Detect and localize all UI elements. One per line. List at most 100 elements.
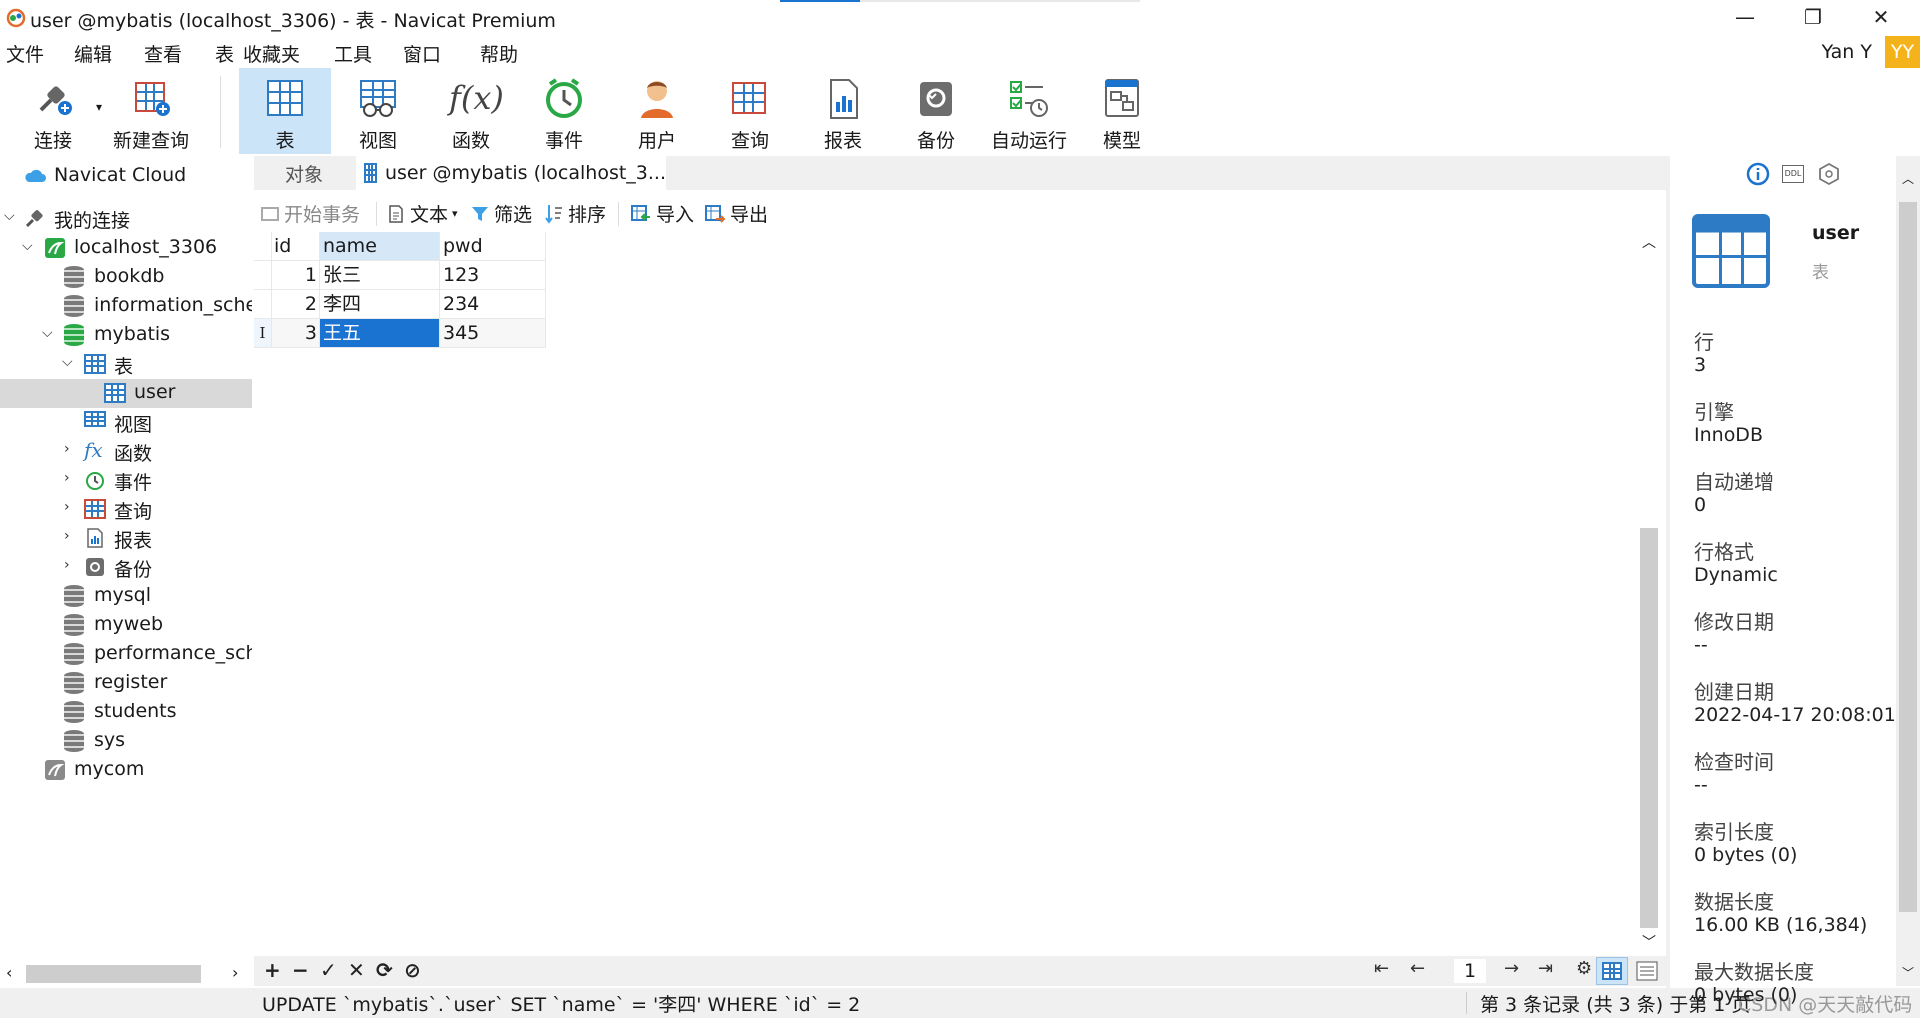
user-name[interactable]: Yan Y bbox=[1822, 41, 1872, 63]
column-header-id[interactable]: id bbox=[272, 232, 320, 261]
tab-user-table[interactable]: user @mybatis (localhost_3... bbox=[356, 156, 666, 190]
chevron-right-icon[interactable]: › bbox=[64, 499, 70, 515]
scroll-down-icon[interactable]: ﹀ bbox=[1642, 932, 1656, 952]
model-button[interactable]: 模型 bbox=[1077, 68, 1167, 154]
tree-my-connections[interactable]: ⌵ 我的连接 bbox=[0, 204, 252, 233]
tree-navicat-cloud[interactable]: Navicat Cloud bbox=[0, 162, 252, 191]
form-view-button[interactable] bbox=[1632, 957, 1662, 985]
scroll-down-icon[interactable]: ﹀ bbox=[1902, 964, 1914, 981]
user-button[interactable]: 用户 bbox=[612, 68, 702, 154]
settings-gear-icon[interactable]: ⚙ bbox=[1576, 958, 1592, 979]
table-cell-id[interactable]: 2 bbox=[272, 290, 320, 319]
column-header-name[interactable]: name bbox=[320, 232, 440, 261]
tree-events[interactable]: › 事件 bbox=[0, 466, 252, 495]
tree-functions[interactable]: › fx 函数 bbox=[0, 437, 252, 466]
import-button[interactable]: 导入 bbox=[630, 200, 694, 227]
tree-tables[interactable]: ⌵ 表 bbox=[0, 350, 252, 379]
sidebar-horizontal-scrollbar[interactable]: ‹ › bbox=[0, 962, 252, 986]
chevron-down-icon[interactable]: ⌵ bbox=[62, 354, 73, 370]
table-cell-pwd[interactable]: 123 bbox=[440, 261, 546, 290]
chevron-right-icon[interactable]: › bbox=[64, 470, 70, 486]
table-cell-name[interactable]: 张三 bbox=[320, 261, 440, 290]
tree-db-students[interactable]: students bbox=[0, 698, 252, 727]
column-header-pwd[interactable]: pwd bbox=[440, 232, 546, 261]
function-button[interactable]: f(x) 函数 bbox=[426, 68, 516, 154]
tree-connection-mycom[interactable]: mycom bbox=[0, 756, 252, 785]
row-selector-current[interactable]: I bbox=[254, 319, 272, 348]
chevron-right-icon[interactable]: › bbox=[64, 557, 70, 573]
first-page-icon[interactable]: ⇤ bbox=[1374, 958, 1389, 979]
menu-file[interactable]: 文件 bbox=[6, 40, 44, 67]
report-button[interactable]: 报表 bbox=[798, 68, 888, 154]
tree-db-mysql[interactable]: mysql bbox=[0, 582, 252, 611]
scroll-right-icon[interactable]: › bbox=[232, 963, 238, 982]
table-button[interactable]: 表 bbox=[239, 68, 331, 154]
menu-view[interactable]: 查看 bbox=[144, 40, 182, 67]
menu-window[interactable]: 窗口 bbox=[403, 40, 441, 67]
maximize-button[interactable]: ❐ bbox=[1784, 0, 1842, 34]
info-icon[interactable] bbox=[1746, 162, 1770, 186]
tree-db-myweb[interactable]: myweb bbox=[0, 611, 252, 640]
next-page-icon[interactable]: → bbox=[1504, 958, 1519, 979]
info-panel-scrollbar[interactable]: ︿ ﹀ bbox=[1896, 156, 1920, 986]
delete-record-button[interactable]: − bbox=[292, 958, 309, 982]
previous-page-icon[interactable]: ← bbox=[1410, 958, 1425, 979]
chevron-right-icon[interactable]: › bbox=[64, 528, 70, 544]
scroll-up-icon[interactable]: ︿ bbox=[1642, 232, 1656, 252]
chevron-down-icon[interactable]: ⌵ bbox=[22, 238, 33, 254]
apply-changes-button[interactable]: ✓ bbox=[320, 958, 337, 982]
export-button[interactable]: 导出 bbox=[704, 200, 768, 227]
backup-button[interactable]: 备份 bbox=[891, 68, 981, 154]
tree-reports[interactable]: › 报表 bbox=[0, 524, 252, 553]
connect-button[interactable]: 连接 bbox=[8, 68, 98, 154]
sort-button[interactable]: 排序 bbox=[544, 200, 606, 227]
tree-table-user[interactable]: user bbox=[0, 379, 252, 408]
menu-tools[interactable]: 工具 bbox=[334, 40, 372, 67]
minimize-button[interactable]: — bbox=[1716, 0, 1774, 34]
menu-edit[interactable]: 编辑 bbox=[74, 40, 112, 67]
new-query-button[interactable]: 新建查询 bbox=[106, 68, 196, 154]
table-cell-name[interactable]: 李四 bbox=[320, 290, 440, 319]
connect-dropdown-icon[interactable]: ▾ bbox=[96, 100, 102, 114]
avatar[interactable]: YY bbox=[1885, 36, 1920, 68]
row-selector[interactable] bbox=[254, 261, 272, 290]
ddl-icon[interactable]: DDL bbox=[1782, 165, 1804, 183]
menu-favorites[interactable]: 收藏夹 bbox=[243, 40, 300, 67]
chevron-down-icon[interactable]: ⌵ bbox=[42, 325, 53, 341]
scroll-up-icon[interactable]: ︿ bbox=[1902, 170, 1914, 187]
tree-backups[interactable]: › 备份 bbox=[0, 553, 252, 582]
discard-changes-button[interactable]: ✕ bbox=[348, 958, 365, 982]
tree-db-mybatis[interactable]: ⌵ mybatis bbox=[0, 321, 252, 350]
tab-objects[interactable]: 对象 bbox=[254, 156, 354, 190]
scrollbar-thumb[interactable] bbox=[26, 965, 201, 983]
table-cell-pwd[interactable]: 345 bbox=[440, 319, 546, 348]
add-record-button[interactable]: + bbox=[264, 958, 281, 982]
event-button[interactable]: 事件 bbox=[519, 68, 609, 154]
text-view-button[interactable]: 文本 ▾ bbox=[386, 200, 458, 227]
menu-table[interactable]: 表 bbox=[215, 40, 234, 67]
menu-help[interactable]: 帮助 bbox=[480, 40, 518, 67]
page-number-input[interactable]: 1 bbox=[1454, 959, 1486, 983]
query-button[interactable]: 查询 bbox=[705, 68, 795, 154]
last-page-icon[interactable]: ⇥ bbox=[1538, 958, 1553, 979]
table-cell-pwd[interactable]: 234 bbox=[440, 290, 546, 319]
tree-db-sys[interactable]: sys bbox=[0, 727, 252, 756]
chevron-down-icon[interactable]: ⌵ bbox=[4, 208, 15, 224]
autorun-button[interactable]: 自动运行 bbox=[984, 68, 1074, 154]
scrollbar-thumb[interactable] bbox=[1640, 528, 1658, 928]
tree-db-register[interactable]: register bbox=[0, 669, 252, 698]
refresh-button[interactable]: ⟳ bbox=[376, 958, 393, 982]
tree-connection-localhost[interactable]: ⌵ localhost_3306 bbox=[0, 234, 252, 263]
begin-transaction-button[interactable]: 开始事务 bbox=[260, 200, 360, 227]
tree-db-bookdb[interactable]: bookdb bbox=[0, 263, 252, 292]
tree-views[interactable]: 视图 bbox=[0, 408, 252, 437]
filter-button[interactable]: 筛选 bbox=[470, 200, 532, 227]
close-button[interactable]: ✕ bbox=[1852, 0, 1910, 34]
chevron-right-icon[interactable]: › bbox=[64, 441, 70, 457]
table-cell-id[interactable]: 3 bbox=[272, 319, 320, 348]
scroll-left-icon[interactable]: ‹ bbox=[6, 963, 12, 982]
view-button[interactable]: 视图 bbox=[333, 68, 423, 154]
tree-queries[interactable]: › 查询 bbox=[0, 495, 252, 524]
tree-db-information-schema[interactable]: information_schen bbox=[0, 292, 252, 321]
scrollbar-thumb[interactable] bbox=[1899, 202, 1917, 912]
